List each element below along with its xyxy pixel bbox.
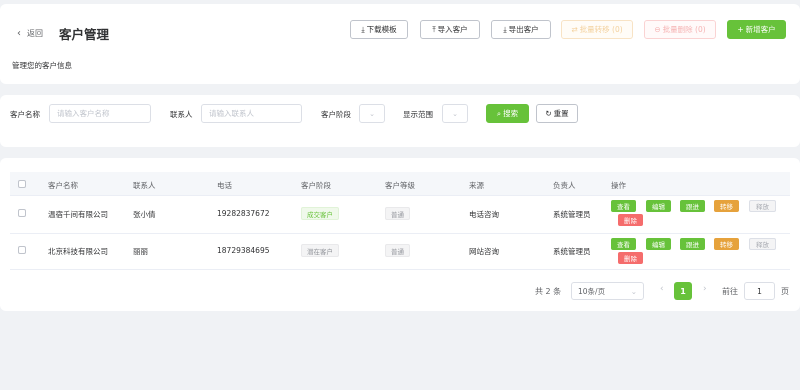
select-all-checkbox[interactable] <box>18 180 26 188</box>
column-header: 客户等级 <box>385 181 415 190</box>
page-header-card: ‹ 返回 客户管理 管理您的客户信息 ⤓ 下载模板 ⤒ 导入客户 ⤓ 导出客户 ⇄ 批量… <box>0 4 800 84</box>
prev-page-icon[interactable]: ‹ <box>660 284 664 294</box>
stage-label: 客户阶段 <box>321 110 351 119</box>
source: 电话咨询 <box>469 210 499 219</box>
reset-button[interactable]: ↻ 重置 <box>536 104 578 123</box>
page-number-current[interactable]: 1 <box>674 282 692 300</box>
stage-select[interactable]: ⌄ <box>359 104 385 123</box>
column-header: 电话 <box>217 181 232 190</box>
chevron-down-icon: ⌄ <box>452 109 458 118</box>
upload-icon: ⤒ <box>432 24 436 34</box>
chevron-down-icon: ⌄ <box>369 109 375 118</box>
import-customers-button[interactable]: ⤒ 导入客户 <box>420 20 480 39</box>
column-header: 客户名称 <box>48 181 78 190</box>
contact: 丽丽 <box>133 247 148 256</box>
column-header: 客户阶段 <box>301 181 331 190</box>
search-icon: ⌕ <box>496 108 502 118</box>
page-title: 客户管理 <box>59 27 110 42</box>
stage-tag: 潜在客户 <box>301 244 339 257</box>
edit-button[interactable]: 编辑 <box>646 238 671 250</box>
export-customers-button[interactable]: ⤓ 导出客户 <box>491 20 551 39</box>
row-checkbox[interactable] <box>18 209 26 217</box>
phone: 18729384695 <box>217 246 270 255</box>
row-checkbox[interactable] <box>18 246 26 254</box>
transfer-button[interactable]: 转移 <box>714 200 739 212</box>
column-header: 负责人 <box>553 181 576 190</box>
scope-select[interactable]: ⌄ <box>442 104 468 123</box>
chevron-left-icon: ‹ <box>17 27 21 39</box>
follow-button[interactable]: 跟进 <box>680 238 705 250</box>
download-template-button[interactable]: ⤓ 下载模板 <box>350 20 408 39</box>
back-label: 返回 <box>27 29 43 38</box>
level-tag: 普通 <box>385 244 410 257</box>
contact-input[interactable] <box>201 104 302 123</box>
delete-button[interactable]: 删除 <box>618 252 643 264</box>
page-size-select[interactable]: 10条/页 ⌄ <box>571 282 644 300</box>
owner: 系统管理员 <box>553 210 591 219</box>
contact: 张小倩 <box>133 210 156 219</box>
table-row: 温宿千间有限公司 张小倩 19282837672 成交客户 普通 电话咨询 系统… <box>10 196 790 234</box>
page-subtitle: 管理您的客户信息 <box>12 61 72 70</box>
edit-button[interactable]: 编辑 <box>646 200 671 212</box>
page-suffix: 页 <box>781 287 789 296</box>
pagination-total: 共 2 条 <box>535 287 562 296</box>
table-row: 北京科技有限公司 丽丽 18729384695 潜在客户 普通 网站咨询 系统管… <box>10 234 790 270</box>
customer-name-input[interactable] <box>49 104 151 123</box>
column-header: 操作 <box>611 181 626 190</box>
batch-transfer-button[interactable]: ⇄ 批量转移 (0) <box>561 20 633 39</box>
refresh-icon: ↻ <box>545 109 552 118</box>
level-tag: 普通 <box>385 207 410 220</box>
customer-name: 温宿千间有限公司 <box>48 210 108 219</box>
contact-label: 联系人 <box>170 110 193 119</box>
stage-tag: 成交客户 <box>301 207 339 220</box>
customer-name-label: 客户名称 <box>10 110 40 119</box>
plus-icon: + <box>737 25 744 34</box>
delete-icon: ⊖ <box>654 25 661 34</box>
back-button[interactable]: ‹ 返回 <box>17 28 43 39</box>
owner: 系统管理员 <box>553 247 591 256</box>
source: 网站咨询 <box>469 247 499 256</box>
transfer-icon: ⇄ <box>571 25 578 34</box>
goto-page-input[interactable] <box>744 282 775 300</box>
customer-name: 北京科技有限公司 <box>48 247 108 256</box>
goto-label: 前往 <box>722 287 738 296</box>
view-button[interactable]: 查看 <box>611 200 636 212</box>
follow-button[interactable]: 跟进 <box>680 200 705 212</box>
next-page-icon[interactable]: › <box>703 284 707 294</box>
column-header: 联系人 <box>133 181 156 190</box>
release-button[interactable]: 释放 <box>749 200 776 212</box>
view-button[interactable]: 查看 <box>611 238 636 250</box>
phone: 19282837672 <box>217 209 270 218</box>
transfer-button[interactable]: 转移 <box>714 238 739 250</box>
download-icon: ⤓ <box>361 24 365 34</box>
search-button[interactable]: ⌕ 搜索 <box>486 104 529 123</box>
download-icon: ⤓ <box>503 24 507 34</box>
chevron-down-icon: ⌄ <box>630 286 637 296</box>
filter-card: 客户名称 联系人 客户阶段 ⌄ 显示范围 ⌄ ⌕搜索 ↻重置 <box>0 95 800 147</box>
column-header: 来源 <box>469 181 484 190</box>
scope-label: 显示范围 <box>403 110 433 119</box>
add-customer-button[interactable]: + 新增客户 <box>727 20 786 39</box>
table-header: 客户名称 联系人 电话 客户阶段 客户等级 来源 负责人 操作 <box>10 172 790 196</box>
batch-delete-button[interactable]: ⊖ 批量删除 (0) <box>644 20 716 39</box>
delete-button[interactable]: 删除 <box>618 214 643 226</box>
customer-table-card: 客户名称 联系人 电话 客户阶段 客户等级 来源 负责人 操作 温宿千间有限公司… <box>0 158 800 311</box>
release-button[interactable]: 释放 <box>749 238 776 250</box>
